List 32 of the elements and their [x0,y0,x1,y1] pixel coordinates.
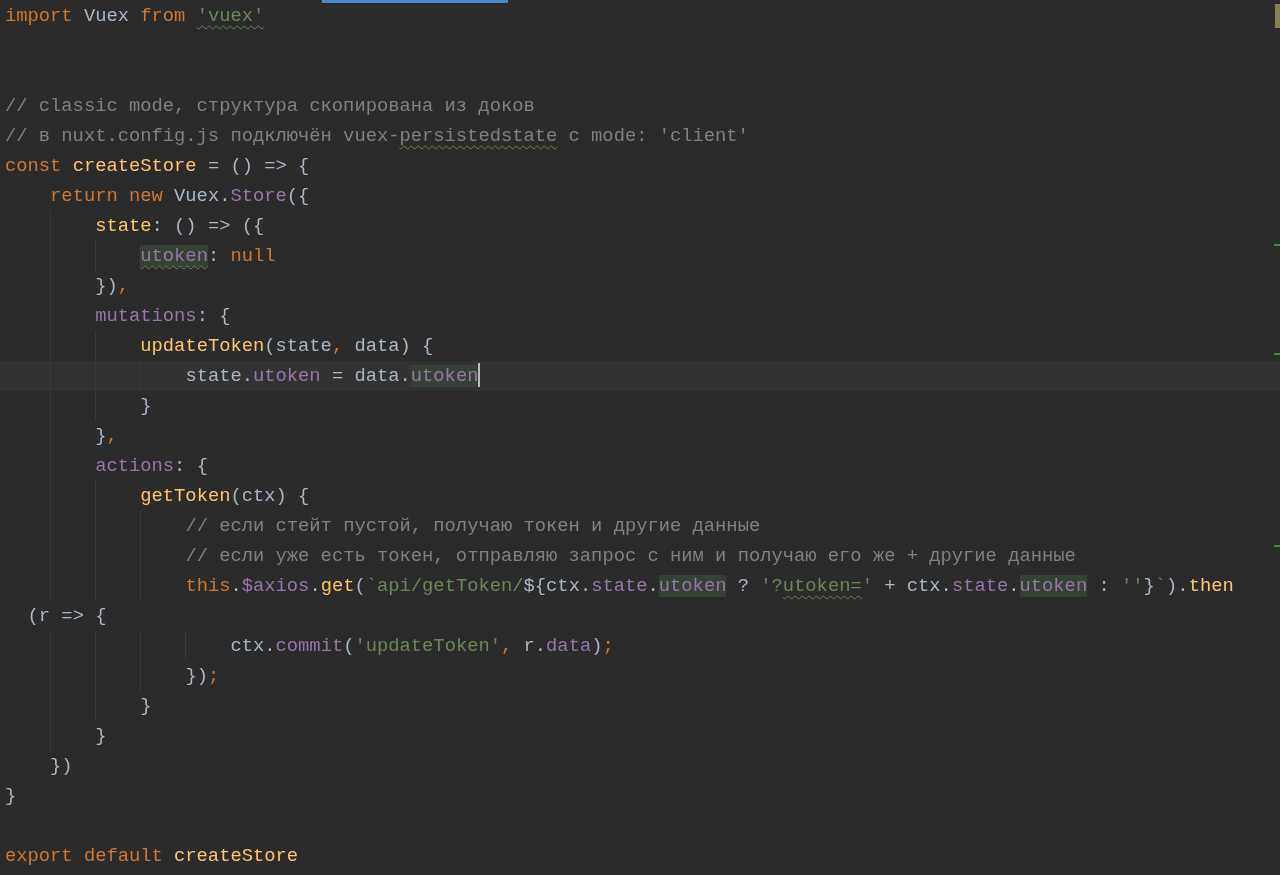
code-line: }) [50,754,73,779]
code-line: }, [95,424,118,449]
change-marker[interactable] [1274,545,1280,547]
code-line: import Vuex from 'vuex' [5,4,265,29]
code-line: }); [185,664,220,689]
code-line: // если стейт пустой, получаю токен и другие данные [185,514,761,539]
code-line: state: () => ({ [95,214,265,239]
change-marker[interactable] [1274,353,1280,355]
code-line: getToken(ctx) { [140,484,310,509]
code-line: (r => { [27,604,107,629]
code-line: state.utoken = data.utoken [185,364,479,389]
inspection-status-icon[interactable] [1275,4,1280,28]
code-line: // classic mode, структура скопирована из доков [5,94,535,119]
code-line: updateToken(state, data) { [140,334,434,359]
code-line: utoken: null [140,244,276,269]
code-line: return new Vuex.Store({ [50,184,310,209]
text-cursor [478,363,481,388]
code-line: } [5,784,17,809]
code-line: export default createStore [5,844,299,869]
code-line: }), [95,274,129,299]
code-line: } [140,394,152,419]
active-tab-indicator[interactable] [322,0,508,3]
code-line: mutations: { [95,304,231,329]
code-line: // в nuxt.config.js подключён vuex-persistedstate с mode: 'client' [5,124,749,149]
code-line: } [95,724,107,749]
code-line: // если уже есть токен, отправляю запрос с ним и получаю его же + другие данные [185,544,1076,569]
code-line: actions: { [95,454,208,479]
code-line: } [140,694,152,719]
code-line: ctx.commit('updateToken', r.data); [230,634,614,659]
change-marker[interactable] [1274,244,1280,246]
code-line: const createStore = () => { [5,154,310,179]
code-line: this.$axios.get(`api/getToken/${ctx.state.utoken ? '?utoken=' + ctx.state.utoken : ''}`).then [185,574,1234,599]
